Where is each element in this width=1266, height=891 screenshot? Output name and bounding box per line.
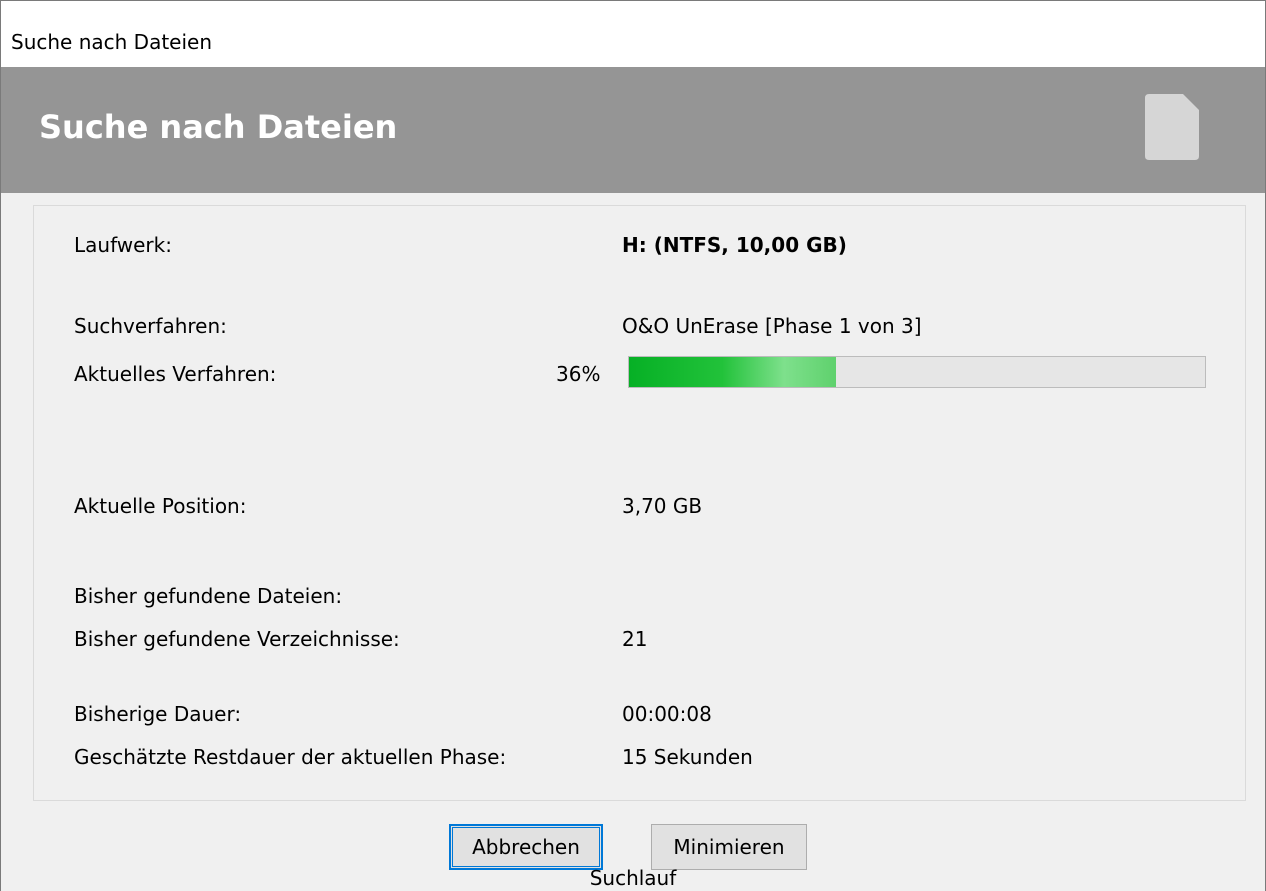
method-label: Suchverfahren: bbox=[74, 314, 227, 338]
position-value: 3,70 GB bbox=[622, 494, 703, 518]
dirs-found-value: 21 bbox=[622, 627, 648, 651]
minimize-button[interactable]: Minimieren bbox=[651, 824, 807, 870]
document-icon bbox=[1145, 94, 1199, 160]
position-label: Aktuelle Position: bbox=[74, 494, 247, 518]
title-bar: Suche nach Dateien bbox=[1, 1, 1265, 67]
progress-bar bbox=[628, 356, 1206, 388]
current-method-label: Aktuelles Verfahren: bbox=[74, 362, 277, 386]
progress-bar-fill bbox=[629, 357, 837, 387]
drive-value: H: (NTFS, 10,00 GB) bbox=[622, 233, 847, 257]
progress-percent: 36% bbox=[556, 362, 601, 386]
search-dialog: Suche nach Dateien Suche nach Dateien La… bbox=[0, 0, 1266, 891]
cancel-button[interactable]: Abbrechen bbox=[449, 824, 603, 870]
status-text: Suchlauf bbox=[589, 866, 677, 890]
files-found-label: Bisher gefundene Dateien: bbox=[74, 584, 343, 608]
remaining-label: Geschätzte Restdauer der aktuellen Phase… bbox=[74, 745, 507, 769]
remaining-value: 15 Sekunden bbox=[622, 745, 753, 769]
drive-label: Laufwerk: bbox=[74, 233, 172, 257]
banner-title: Suche nach Dateien bbox=[39, 108, 398, 146]
dirs-found-label: Bisher gefundene Verzeichnisse: bbox=[74, 627, 400, 651]
window-title: Suche nach Dateien bbox=[11, 30, 213, 54]
duration-value: 00:00:08 bbox=[622, 702, 712, 726]
header-banner: Suche nach Dateien bbox=[1, 67, 1265, 193]
method-value: O&O UnErase [Phase 1 von 3] bbox=[622, 314, 922, 338]
duration-label: Bisherige Dauer: bbox=[74, 702, 242, 726]
details-panel: Laufwerk: H: (NTFS, 10,00 GB) Suchverfah… bbox=[33, 205, 1246, 801]
